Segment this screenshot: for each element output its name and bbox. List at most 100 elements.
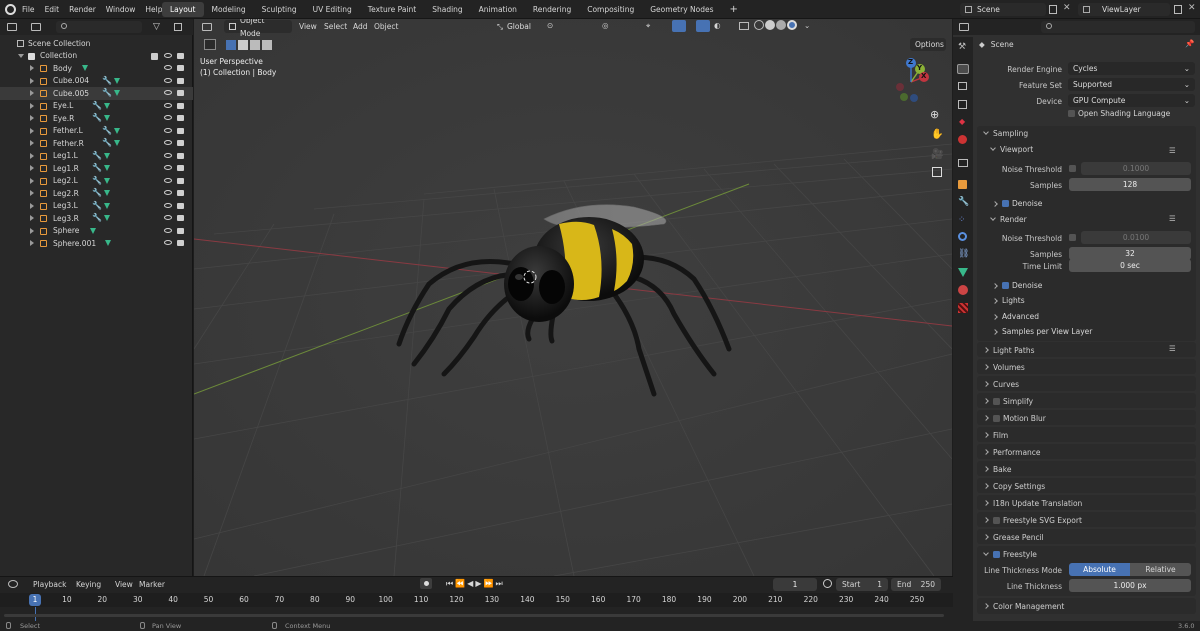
mesh-data-icon[interactable] <box>104 152 110 159</box>
eye-icon[interactable] <box>164 202 172 208</box>
timeline-menu-keying[interactable]: Keying <box>76 580 101 589</box>
vp-denoise-checkbox[interactable] <box>1002 200 1009 207</box>
outliner-row-object[interactable]: Cube.004 🔧 <box>0 75 193 88</box>
modifier-icon[interactable]: 🔧 <box>102 88 112 97</box>
shading-options-icon[interactable]: ⌄ <box>804 21 810 30</box>
new-scene-icon[interactable] <box>1049 5 1057 14</box>
tab-sculpting[interactable]: Sculpting <box>254 2 305 17</box>
outliner-row-object[interactable]: Body <box>0 62 193 75</box>
outliner-row-object[interactable]: Leg3.R 🔧 <box>0 212 193 225</box>
3d-viewport[interactable]: Object Mode View Select Add Object ⤡ Glo… <box>194 19 952 576</box>
mesh-data-icon[interactable] <box>105 240 111 246</box>
tab-layout[interactable]: Layout <box>162 2 204 17</box>
add-workspace-button[interactable]: + <box>722 2 746 17</box>
timeline-menu-playback[interactable]: Playback <box>33 580 66 589</box>
camera-icon[interactable] <box>177 115 184 121</box>
modifier-icon[interactable]: 🔧 <box>92 151 102 160</box>
xray-toggle-icon[interactable] <box>739 22 749 30</box>
jump-keyframe-forward-icon[interactable]: ⏩ <box>483 579 493 588</box>
expand-icon[interactable] <box>30 215 34 221</box>
modifier-icon[interactable]: 🔧 <box>102 76 112 85</box>
viewlayer-selector[interactable]: ViewLayer <box>1078 3 1170 16</box>
expand-icon[interactable] <box>30 227 34 234</box>
tab-material-icon[interactable] <box>958 285 968 295</box>
timeline-menu-view[interactable]: View <box>115 580 133 589</box>
section-checkbox[interactable] <box>993 516 1000 524</box>
outliner-row-object[interactable]: Cube.005 🔧 <box>0 87 193 100</box>
menu-help[interactable]: Help <box>145 5 162 14</box>
viewport-menu-select[interactable]: Select <box>324 22 347 31</box>
eye-icon[interactable] <box>164 240 172 245</box>
tab-tool-icon[interactable]: ⚒ <box>958 42 966 52</box>
section-header[interactable]: Performance <box>981 445 1196 459</box>
vp-noise-threshold-checkbox[interactable] <box>1069 165 1076 172</box>
select-subtract-icon[interactable] <box>250 39 260 50</box>
modifier-icon[interactable]: 🔧 <box>92 163 102 172</box>
render-subpanel-header[interactable]: Render <box>988 212 1188 226</box>
tab-compositing[interactable]: Compositing <box>579 2 642 17</box>
overlay-toggle-icon[interactable]: ◐ <box>714 21 721 30</box>
frame-ruler[interactable]: 10 20 30 40 50 60 70 80 90 100 110 120 130 140 150 160 1… <box>0 593 953 607</box>
pan-hand-icon[interactable]: ✋ <box>931 129 943 140</box>
section-header[interactable]: Simplify <box>981 394 1196 408</box>
expand-icon[interactable] <box>30 102 34 109</box>
perspective-toggle-icon[interactable] <box>932 167 942 177</box>
expand-icon[interactable] <box>30 152 34 159</box>
mesh-data-icon[interactable] <box>104 215 110 221</box>
expand-icon[interactable] <box>30 140 34 146</box>
vp-noise-threshold-field[interactable]: 0.1000 <box>1081 162 1191 175</box>
zoom-icon[interactable]: ⊕ <box>930 108 939 121</box>
end-frame-field[interactable]: End 250 <box>891 578 941 591</box>
vp-samples-field[interactable]: 128 <box>1069 178 1191 191</box>
blender-logo-icon[interactable] <box>5 4 16 15</box>
mesh-data-icon[interactable] <box>114 90 120 96</box>
expand-icon[interactable] <box>30 240 34 246</box>
render-engine-dropdown[interactable]: Cycles ⌄ <box>1068 62 1195 75</box>
section-header[interactable]: Freestyle SVG Export <box>981 513 1196 527</box>
color-management-header[interactable]: Color Management <box>981 599 1196 613</box>
viewport-subpanel-header[interactable]: Viewport <box>988 142 1188 156</box>
eye-icon[interactable] <box>164 115 172 120</box>
menu-render[interactable]: Render <box>69 5 96 14</box>
tab-object-icon[interactable] <box>958 180 967 189</box>
section-header[interactable]: Motion Blur <box>981 411 1196 425</box>
material-shading-icon[interactable] <box>776 20 786 30</box>
timeline-scrollbar[interactable] <box>4 614 944 617</box>
tool-toggle-icon[interactable] <box>204 39 216 50</box>
select-intersect-icon[interactable] <box>262 39 272 50</box>
editor-type-icon[interactable] <box>7 23 17 31</box>
list-options-icon[interactable]: ☰ <box>1169 146 1176 155</box>
timeline-editor-type-icon[interactable] <box>8 580 18 588</box>
tab-output-icon[interactable] <box>958 82 967 90</box>
time-limit-field[interactable]: 0 sec <box>1069 259 1191 272</box>
list-options-icon[interactable]: ☰ <box>1169 214 1176 223</box>
outliner-row-object[interactable]: Leg1.R 🔧 <box>0 162 193 175</box>
camera-icon[interactable] <box>177 52 184 59</box>
select-extend-icon[interactable] <box>238 39 248 50</box>
eye-icon[interactable] <box>164 152 172 158</box>
camera-icon[interactable] <box>177 152 184 159</box>
navigation-gizmo[interactable]: Z Y X <box>886 57 936 107</box>
outliner-row-collection[interactable]: Collection <box>0 50 193 63</box>
new-viewlayer-icon[interactable] <box>1174 5 1182 14</box>
mesh-data-icon[interactable] <box>114 127 120 134</box>
mesh-data-icon[interactable] <box>104 115 110 121</box>
tab-animation[interactable]: Animation <box>471 2 525 17</box>
tab-geometry-nodes[interactable]: Geometry Nodes <box>642 2 721 17</box>
osl-checkbox[interactable]: Open Shading Language <box>1068 109 1170 118</box>
camera-icon[interactable] <box>177 215 184 221</box>
filter-icon[interactable]: ▽ <box>153 22 160 32</box>
advanced-subpanel-header[interactable]: Advanced <box>990 312 1039 321</box>
eye-icon[interactable] <box>164 65 172 70</box>
tab-rendering[interactable]: Rendering <box>525 2 579 17</box>
eye-icon[interactable] <box>164 127 172 133</box>
feature-set-dropdown[interactable]: Supported ⌄ <box>1068 78 1195 91</box>
list-options-icon[interactable]: ☰ <box>1169 344 1176 353</box>
start-frame-field[interactable]: Start 1 <box>836 578 888 591</box>
modifier-icon[interactable]: 🔧 <box>92 201 102 210</box>
outliner-row-object[interactable]: Eye.L 🔧 <box>0 100 193 113</box>
vp-denoise-row[interactable]: Denoise <box>990 199 1042 208</box>
properties-editor-type-icon[interactable] <box>959 23 969 31</box>
pin-icon[interactable]: 📌 <box>1185 39 1194 48</box>
eye-icon[interactable] <box>164 52 172 58</box>
